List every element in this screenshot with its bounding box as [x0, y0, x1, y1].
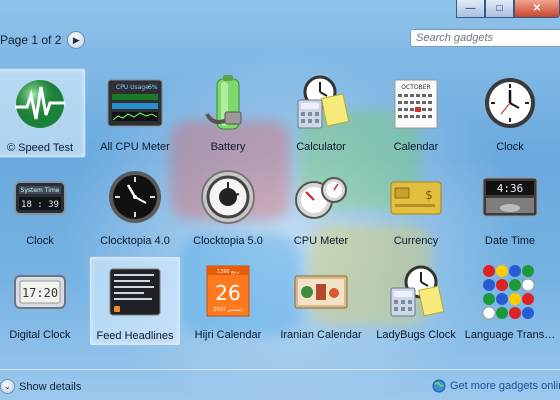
speed-test-globe-icon [15, 80, 65, 128]
svg-text:OCTOBER: OCTOBER [401, 84, 430, 91]
gadget-label: Clock [496, 141, 524, 153]
gadget-calculator[interactable]: Calculator [275, 68, 367, 158]
feed-headlines-icon [109, 268, 161, 316]
gadget-all-cpu-meter[interactable]: CPU Usage 6% All CPU Meter [89, 68, 181, 158]
gadget-label: Battery [210, 141, 246, 153]
close-button[interactable]: ✕ [514, 0, 560, 18]
svg-text:$: $ [425, 188, 433, 202]
gadget-label: Calendar [393, 141, 439, 153]
top-bar: Page 1 of 2 ▶ [0, 26, 560, 54]
gadget-hijri-calendar[interactable]: 1390 ربيع 26 2007 ديسمبر Hijri Calendar [182, 256, 274, 346]
gadget-label: All CPU Meter [100, 141, 170, 153]
gadget-language-translator[interactable]: Language Trans… [464, 256, 556, 346]
cpu-gauge-icon [295, 177, 347, 219]
gadget-label: Clocktopia 5.0 [193, 235, 263, 247]
window-caption-buttons: — □ ✕ [456, 0, 560, 18]
svg-text:6%: 6% [148, 84, 158, 91]
gadget-label: LadyBugs Clock [376, 329, 456, 341]
gadget-battery[interactable]: Battery [182, 68, 274, 158]
get-more-label: Get more gadgets online [450, 380, 560, 392]
svg-text:CPU Usage: CPU Usage [116, 84, 149, 91]
minimize-button[interactable]: — [456, 0, 485, 18]
svg-text:18 : 39: 18 : 39 [21, 200, 59, 210]
bottom-bar: ⌄ Show details Get more gadgets online [0, 369, 560, 400]
show-details-button[interactable]: ⌄ Show details [0, 379, 81, 394]
gadget-clocktopia-4[interactable]: Clocktopia 4.0 [89, 162, 181, 252]
gadget-currency[interactable]: $ Currency [370, 162, 462, 252]
svg-text:26: 26 [215, 281, 240, 305]
get-more-gadgets-link[interactable]: Get more gadgets online [432, 379, 560, 393]
gadget-label: Feed Headlines [96, 330, 174, 342]
gadget-ladybugs-clock[interactable]: LadyBugs Clock [370, 256, 462, 346]
gadget-label: Clock [26, 235, 54, 247]
chevron-down-icon: ⌄ [0, 379, 15, 394]
iranian-calendar-icon [294, 275, 348, 309]
globe-icon [432, 379, 446, 393]
svg-text:2007 ديسمبر: 2007 ديسمبر [213, 307, 243, 313]
svg-text:4:36: 4:36 [497, 182, 524, 195]
gadget-label: Currency [393, 235, 439, 247]
black-watch-icon [109, 171, 161, 223]
gadget-iranian-calendar[interactable]: Iranian Calendar [275, 256, 367, 346]
lcd-clock-icon: 17:20 [14, 275, 66, 309]
search-input[interactable] [411, 30, 560, 46]
gadget-label: Date Time [484, 235, 536, 247]
gadget-label: Hijri Calendar [194, 329, 262, 341]
flags-icon [482, 265, 535, 320]
svg-text:17:20: 17:20 [22, 286, 58, 300]
gadget-clock-system-time[interactable]: System Time 18 : 39 Clock [0, 162, 86, 252]
gadget-clock[interactable]: Clock [464, 68, 556, 158]
page-indicator: Page 1 of 2 [0, 33, 62, 47]
battery-icon [205, 75, 242, 130]
currency-card-icon: $ [390, 181, 442, 215]
gadget-label: CPU Meter [293, 235, 349, 247]
search-box [410, 29, 560, 47]
show-details-label: Show details [19, 380, 82, 393]
gadget-calendar[interactable]: OCTOBER Calendar [370, 68, 462, 158]
clock-icon [485, 78, 535, 128]
gadget-clocktopia-5[interactable]: Clocktopia 5.0 [182, 162, 274, 252]
svg-text:1390 ربيع: 1390 ربيع [217, 269, 240, 275]
gadget-digital-clock[interactable]: 17:20 Digital Clock [0, 256, 86, 346]
hijri-calendar-icon: 1390 ربيع 26 2007 ديسمبر [206, 265, 250, 317]
gadget-date-time[interactable]: 4:36 Date Time [464, 162, 556, 252]
maximize-button[interactable]: □ [485, 0, 514, 18]
date-time-display-icon: 4:36 [482, 177, 538, 217]
chrome-watch-icon [201, 170, 255, 224]
gadget-label: Calculator [296, 141, 346, 153]
gadget-label: Clocktopia 4.0 [100, 235, 170, 247]
svg-text:System Time: System Time [21, 187, 60, 194]
gadget-label: Language Trans… [464, 329, 556, 341]
gadget-label: Iranian Calendar [280, 329, 362, 341]
calendar-icon: OCTOBER [394, 79, 438, 129]
gadget-cpu-meter[interactable]: CPU Meter [275, 162, 367, 252]
gadget-label: Digital Clock [9, 329, 71, 341]
pager: Page 1 of 2 ▶ [0, 30, 86, 50]
ladybugs-clock-icon [390, 265, 445, 317]
gadget-feed-headlines[interactable]: Feed Headlines [89, 256, 181, 346]
gadget-speed-test[interactable]: © Speed Test [0, 68, 86, 158]
calculator-icon [297, 75, 350, 129]
next-page-button[interactable]: ▶ [67, 31, 86, 49]
digital-clock-dark-icon: System Time 18 : 39 [14, 181, 66, 215]
cpu-meter-screen-icon: CPU Usage 6% [107, 79, 163, 127]
gadget-label: © Speed Test [7, 142, 73, 154]
